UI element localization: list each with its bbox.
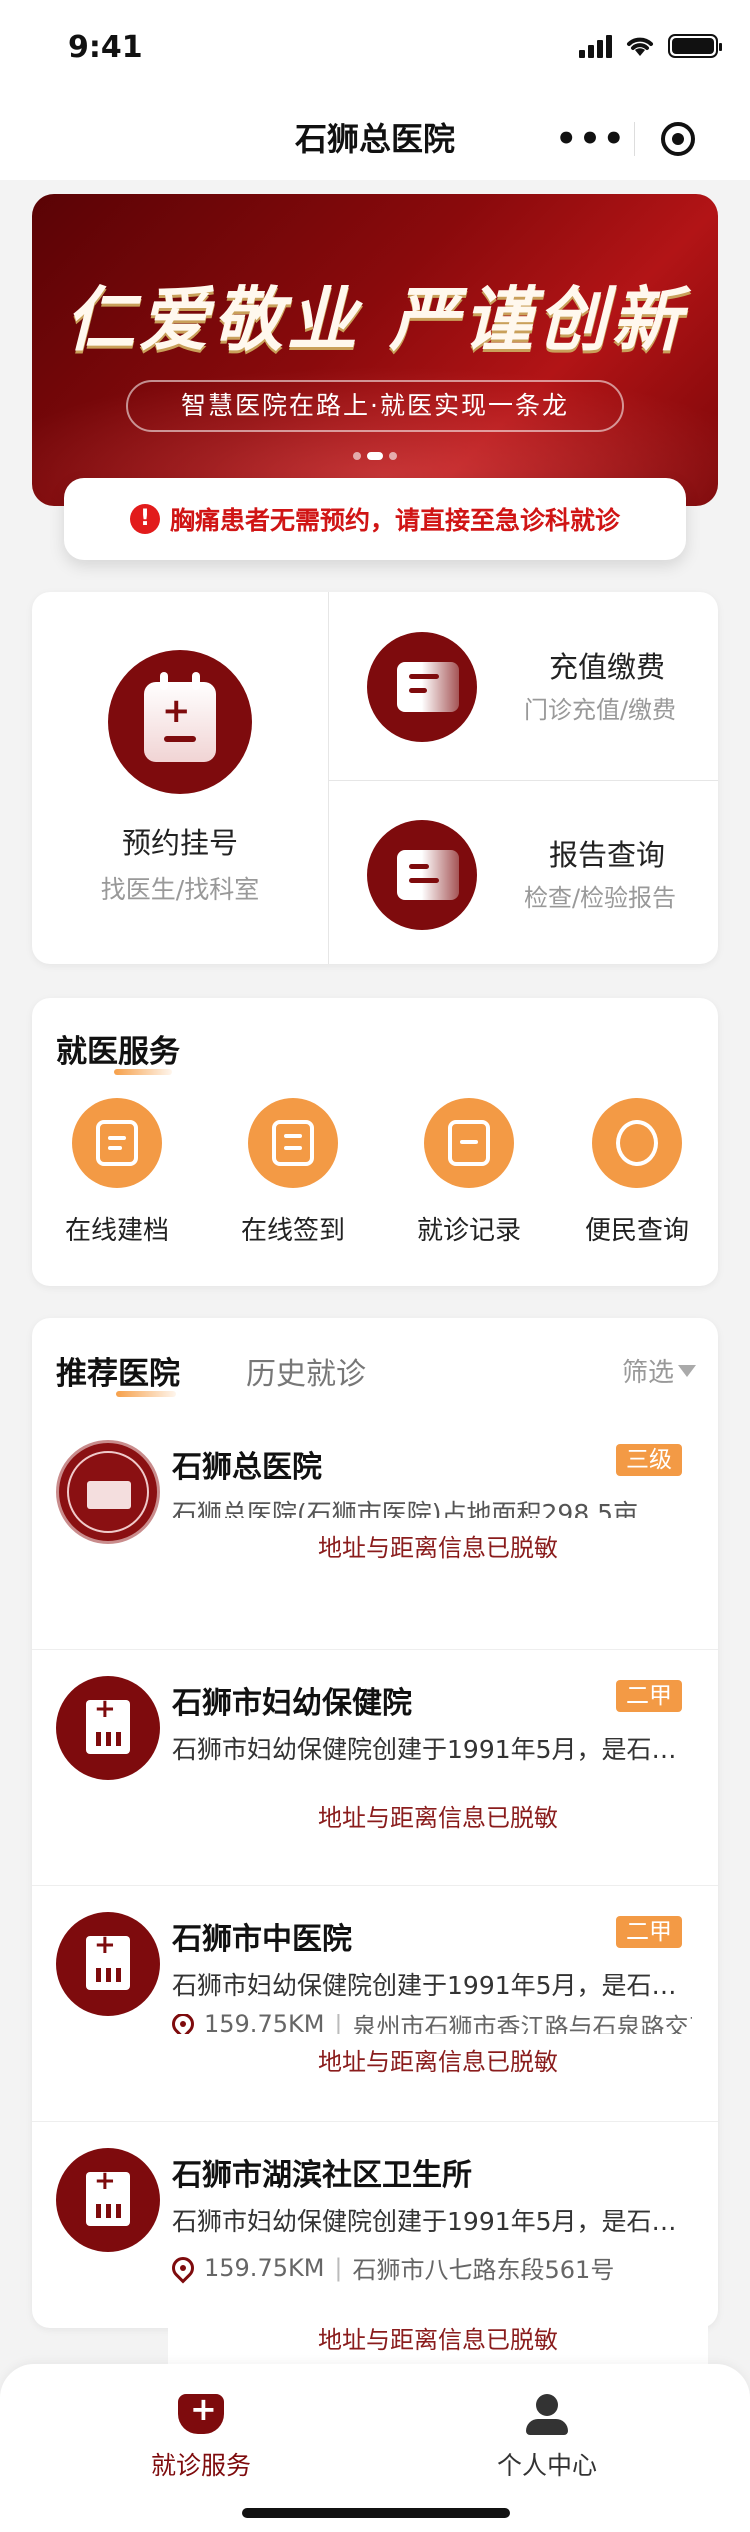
mini-program-capsule: ••• — [548, 108, 722, 170]
hospital-desc: 石狮市妇幼保健院创建于1991年5月，是石狮市唯一一所 — [172, 2207, 692, 2236]
status-icons — [579, 34, 722, 58]
target-icon — [661, 122, 695, 156]
checkin-icon — [248, 1098, 338, 1188]
tab-label: 个人中心 — [496, 2451, 597, 2480]
location-pin-icon — [172, 2251, 199, 2284]
hospital-name: 石狮市中医院 — [172, 1922, 352, 1957]
tab-label: 就诊服务 — [150, 2451, 251, 2480]
notice-text: 胸痛患者无需预约，请直接至急诊科就诊 — [169, 506, 620, 535]
service-convenience-query[interactable]: 便民查询 — [562, 1098, 712, 1247]
masked-address-notice: 地址与距离信息已脱敏 — [168, 1790, 708, 1846]
status-time: 9:41 — [68, 30, 143, 65]
calendar-plus-icon: + — [108, 650, 252, 794]
location-pin-icon — [172, 2014, 199, 2034]
masked-address-notice: 地址与距离信息已脱敏 — [168, 2316, 708, 2364]
record-icon — [424, 1098, 514, 1188]
hospital-building-icon — [56, 1676, 160, 1780]
hospital-address-text: 泉州市石狮市香江路与石泉路交叉口 — [352, 2014, 692, 2034]
address-divider: | — [334, 2014, 343, 2034]
masked-address-notice: 地址与距离信息已脱敏 — [168, 2034, 708, 2090]
hospital-seal-logo — [56, 1440, 160, 1544]
quick-actions-card: + 预约挂号 找医生/找科室 充值缴费 门诊充值/缴费 报告查询 检查/检验报告 — [32, 592, 718, 964]
service-label: 便民查询 — [584, 1216, 689, 1246]
hospital-level-badge: 二甲 — [616, 1916, 682, 1948]
hospital-building-icon — [56, 1912, 160, 2016]
hospital-desc: 石狮总医院(石狮市医院)占地面积298.5亩 — [172, 1499, 639, 1518]
home-indicator — [242, 2508, 510, 2518]
appointment-label: 预约挂号 — [121, 826, 238, 860]
hospital-item[interactable]: 石狮市妇幼保健院 二甲 石狮市妇幼保健院创建于1991年5月，是石狮市唯一一所 … — [32, 1650, 718, 1886]
tab-medical-service[interactable]: 就诊服务 — [76, 2390, 326, 2482]
service-label: 就诊记录 — [416, 1216, 521, 1246]
report-label: 报告查询 — [548, 838, 665, 872]
hospital-name: 石狮市湖滨社区卫生所 — [172, 2158, 472, 2193]
hospital-name: 石狮总医院 — [172, 1450, 322, 1485]
banner-subtitle: 智慧医院在路上·就医实现一条龙 — [126, 380, 624, 432]
banner-dot — [389, 452, 397, 460]
tab-history[interactable]: 历史就诊 — [246, 1349, 366, 1393]
hospital-distance: 159.75KM — [204, 2253, 325, 2282]
card-icon — [367, 632, 477, 742]
close-target-button[interactable] — [635, 122, 721, 156]
hospital-level-badge: 二甲 — [616, 1680, 682, 1712]
hospital-tabs: 推荐医院 历史就诊 — [56, 1348, 366, 1397]
medical-shield-icon — [178, 2390, 224, 2434]
filter-button[interactable]: 筛选 — [622, 1352, 696, 1389]
hospital-item[interactable]: 石狮市中医院 二甲 石狮市妇幼保健院创建于1991年5月，是石狮市唯一一所 15… — [32, 1886, 718, 2122]
tab-personal-center[interactable]: 个人中心 — [422, 2394, 672, 2482]
service-online-file[interactable]: 在线建档 — [42, 1098, 192, 1247]
recharge-button[interactable]: 充值缴费 门诊充值/缴费 — [329, 592, 718, 780]
service-visit-records[interactable]: 就诊记录 — [394, 1098, 544, 1247]
report-sub: 检查/检验报告 — [523, 884, 677, 912]
banner-dot — [353, 452, 361, 460]
nav-bar: 石狮总医院 ••• — [0, 96, 750, 180]
funnel-icon — [678, 1364, 696, 1377]
hero-banner[interactable]: 仁爱敬业 严谨创新 智慧医院在路上·就医实现一条龙 — [32, 194, 718, 506]
report-button[interactable]: 报告查询 检查/检验报告 — [329, 780, 718, 964]
emergency-notice: ! 胸痛患者无需预约，请直接至急诊科就诊 — [64, 478, 686, 560]
report-icon — [367, 820, 477, 930]
recharge-sub: 门诊充值/缴费 — [523, 696, 677, 724]
hospital-address-text: 石狮市八七路东段561号 — [352, 2256, 615, 2284]
banner-dot-active — [367, 452, 383, 460]
service-label: 在线签到 — [240, 1216, 345, 1246]
banner-title: 仁爱敬业 严谨创新 — [64, 279, 686, 361]
hospital-item[interactable]: 石狮总医院 三级 石狮总医院(石狮市医院)占地面积298.5亩 地址与距离信息已… — [32, 1414, 718, 1650]
bottom-tab-bar: 就诊服务 个人中心 — [0, 2364, 750, 2532]
banner-dots — [32, 452, 718, 460]
appointment-sub: 找医生/找科室 — [100, 875, 260, 904]
hospital-list-card: 推荐医院 历史就诊 筛选 石狮总医院 三级 石狮总医院(石狮市医院)占地面积29… — [32, 1318, 718, 2328]
hospital-desc: 石狮市妇幼保健院创建于1991年5月，是石狮市唯一一所 — [172, 1735, 692, 1764]
battery-icon — [668, 34, 722, 58]
signal-icon — [579, 34, 612, 58]
service-online-checkin[interactable]: 在线签到 — [218, 1098, 368, 1247]
appointment-button[interactable]: + 预约挂号 找医生/找科室 — [32, 592, 328, 964]
hospital-address: 159.75KM | 泉州市石狮市香江路与石泉路交叉口 — [172, 2014, 692, 2034]
section-title: 就医服务 — [56, 1026, 180, 1075]
hospital-level-badge: 三级 — [616, 1444, 682, 1476]
alert-icon: ! — [129, 504, 160, 534]
hospital-distance: 159.75KM — [204, 2014, 325, 2034]
chat-heart-icon — [592, 1098, 682, 1188]
medical-services-card: 就医服务 在线建档 在线签到 就诊记录 便民查询 — [32, 998, 718, 1286]
more-icon[interactable]: ••• — [548, 119, 634, 159]
recharge-label: 充值缴费 — [548, 650, 665, 684]
hospital-name: 石狮市妇幼保健院 — [172, 1686, 412, 1721]
person-icon — [524, 2394, 570, 2435]
wifi-icon — [627, 37, 653, 56]
file-icon — [72, 1098, 162, 1188]
tab-recommended[interactable]: 推荐医院 — [56, 1348, 180, 1397]
hospital-building-icon — [56, 2148, 160, 2252]
hospital-address: 159.75KM | 石狮市八七路东段561号 — [172, 2250, 692, 2285]
filter-label: 筛选 — [621, 1358, 674, 1388]
address-divider: | — [334, 2253, 343, 2282]
hospital-desc: 石狮市妇幼保健院创建于1991年5月，是石狮市唯一一所 — [172, 1971, 692, 2000]
status-bar: 9:41 — [0, 0, 750, 96]
service-label: 在线建档 — [64, 1216, 169, 1246]
masked-address-notice: 地址与距离信息已脱敏 — [168, 1520, 708, 1576]
